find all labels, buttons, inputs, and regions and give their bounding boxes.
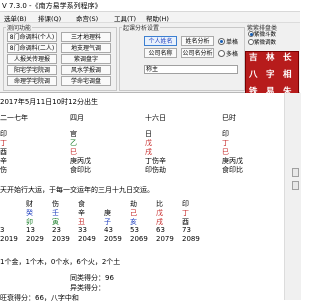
luck-line: 天开始行大运，于每一交运年的三月十九日交运。 <box>0 186 154 194</box>
luck-year-2: 2039 <box>52 235 70 243</box>
same-score: 同类得分：96 <box>70 274 114 282</box>
luck-age-6: 63 <box>156 226 165 234</box>
button-yang-house[interactable]: 阳宅学宅院调 <box>7 65 57 75</box>
group1-label: 测问功能 <box>6 23 33 32</box>
radio-single[interactable] <box>218 38 225 45</box>
button-fate-plate[interactable]: 学命宅调盘 <box>61 76 111 86</box>
hidden-god-day: 印伤劫 <box>145 166 166 174</box>
name-analysis-button[interactable]: 姓名分析 <box>181 36 214 46</box>
pillar-month-name: 四月 <box>70 114 84 122</box>
luck-age-4: 43 <box>104 226 113 234</box>
radio-ziwei-2-label: 紫微调数 <box>254 40 277 46</box>
menu-help[interactable]: 帮助(H) <box>146 13 169 23</box>
luck-year-5: 2069 <box>130 235 148 243</box>
pillar-day-name: 十六日 <box>145 114 166 122</box>
company-name-button[interactable]: 公司名称 <box>144 48 177 58</box>
menu-arrange[interactable]: 排课(Q) <box>38 13 61 23</box>
diff-score: 异类得分： <box>70 284 105 292</box>
hidden-god-hour: 食印比 <box>222 166 243 174</box>
scroll-button-1[interactable] <box>292 168 299 177</box>
scroll-button-2[interactable] <box>292 181 299 190</box>
hidden-god-year: 伤 <box>0 166 7 174</box>
luck-year-3: 2049 <box>78 235 96 243</box>
luck-age-0: 3 <box>0 226 5 234</box>
menu-tools[interactable]: 工具(T) <box>114 13 136 23</box>
company-analysis-button[interactable]: 公司名分析 <box>181 48 214 58</box>
strength-result: 旺衰得分：66，八字中和 <box>0 294 79 302</box>
button-relations[interactable]: 人报关传理报 <box>7 54 57 64</box>
button-three-talents[interactable]: 三才地理料 <box>61 32 111 42</box>
luck-year-6: 2079 <box>156 235 174 243</box>
menu-bar: 选单(B) 排课(Q) 命宫(S) 工具(T) 帮助(H) <box>0 12 300 23</box>
hidden-god-month: 食印比 <box>70 166 91 174</box>
button-two-persons[interactable]: 8门命调料(二人) <box>7 43 57 53</box>
right-scroll-panel[interactable] <box>284 93 301 300</box>
personal-name-button[interactable]: 个人姓名 <box>144 36 177 46</box>
menu-palace[interactable]: 命宫(S) <box>76 13 98 23</box>
luck-age-2: 23 <box>52 226 61 234</box>
title-bar: V 7.3.0 -《南方易学系列程序》 <box>0 0 300 12</box>
window-title: V 7.3.0 -《南方易学系列程序》 <box>2 2 102 10</box>
menu-select[interactable]: 选单(B) <box>4 13 27 23</box>
radio-multi[interactable] <box>218 50 225 57</box>
button-fate-house[interactable]: 命理学宅院调 <box>7 76 57 86</box>
result-area: 2017年5月11日10时12分出生 二一七年 四月 十六日 巳时 印 官 日 … <box>0 93 284 302</box>
five-elements: 1个金，1个木，0个水，6个火，2个土 <box>0 258 121 266</box>
luck-age-1: 13 <box>26 226 35 234</box>
radio-single-label: 单格 <box>226 39 239 46</box>
radio-multi-label: 多格 <box>226 51 239 58</box>
luck-age-7: 73 <box>182 226 191 234</box>
group2-label: 起课分析设置 <box>122 23 161 32</box>
luck-year-1: 2029 <box>26 235 44 243</box>
button-branch-qi[interactable]: 地支理气调 <box>61 43 111 53</box>
button-fengshui[interactable]: 风水学报调 <box>61 65 111 75</box>
pillar-hour-name: 巳时 <box>222 114 236 122</box>
name-input[interactable]: 称主 <box>144 65 238 74</box>
luck-age-5: 53 <box>130 226 139 234</box>
luck-year-0: 2019 <box>0 235 18 243</box>
button-personal[interactable]: 8门命调料(个人) <box>7 32 57 42</box>
birth-line: 2017年5月11日10时12分出生 <box>0 98 98 106</box>
tool-panel: 测问功能 8门命调料(个人) 三才地理料 8门命调料(二人) 地支理气调 人报关… <box>0 23 300 105</box>
luck-year-4: 2059 <box>104 235 122 243</box>
luck-year-7: 2089 <box>182 235 200 243</box>
luck-age-3: 33 <box>78 226 87 234</box>
radio-ziwei-label: 紫微斗数 <box>254 32 277 38</box>
pillar-year-name: 二一七年 <box>0 114 28 122</box>
button-plate-chars[interactable]: 紫调盘字 <box>61 54 111 64</box>
